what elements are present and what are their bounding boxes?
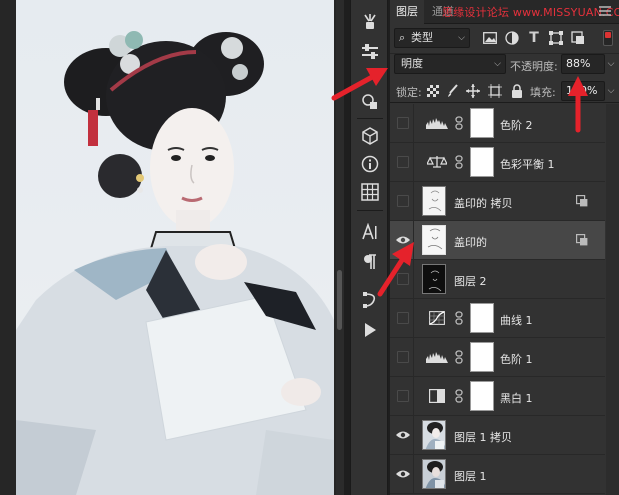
chain-link-icon[interactable] xyxy=(454,116,464,130)
fill-label: 填充: xyxy=(530,86,556,99)
layer-thumbnail-sketch[interactable] xyxy=(422,225,446,255)
chain-link-icon[interactable] xyxy=(454,155,464,169)
visibility-toggle[interactable] xyxy=(392,299,414,337)
color-balance-icon xyxy=(426,154,448,170)
layer-name[interactable]: 色阶 1 xyxy=(500,351,533,367)
layer-name[interactable]: 黑白 1 xyxy=(500,390,533,406)
watermark-text: 思缘设计论坛 www.MISSYUAN.COM xyxy=(442,6,619,19)
visibility-toggle[interactable] xyxy=(392,143,414,181)
smart-object-icon xyxy=(576,234,588,246)
visibility-off-box xyxy=(396,390,409,402)
layer-mask-thumbnail[interactable] xyxy=(470,108,494,138)
visibility-off-box xyxy=(396,351,409,363)
lock-transparent-pixels-icon[interactable] xyxy=(426,84,440,98)
annotation-arrow-blend-mode xyxy=(331,68,388,101)
layer-name[interactable]: 色阶 2 xyxy=(500,117,533,133)
layer-row[interactable]: 图层 1 xyxy=(390,455,605,494)
visibility-toggle[interactable] xyxy=(392,455,414,493)
visibility-off-box xyxy=(396,312,409,324)
layer-name[interactable]: 图层 1 xyxy=(454,468,487,484)
smart-object-icon xyxy=(576,195,588,207)
opacity-chevron-icon[interactable]: ⌵ xyxy=(605,54,617,74)
shape-filter-icon[interactable] xyxy=(548,30,564,46)
info-icon[interactable] xyxy=(357,152,383,176)
chain-link-icon[interactable] xyxy=(454,311,464,325)
layer-mask-thumbnail[interactable] xyxy=(470,303,494,333)
layer-row[interactable]: 盖印的 拷贝 xyxy=(390,182,605,221)
visibility-toggle[interactable] xyxy=(392,338,414,376)
visibility-toggle[interactable] xyxy=(392,377,414,415)
layer-name[interactable]: 图层 1 拷贝 xyxy=(454,429,512,445)
search-icon: ⌕ xyxy=(399,31,406,44)
annotation-arrow-opacity xyxy=(568,76,588,133)
layer-row[interactable]: 黑白 1 xyxy=(390,377,605,416)
visibility-off-box xyxy=(396,117,409,129)
blend-mode-value: 明度 xyxy=(401,57,423,70)
layer-thumbnail-photo[interactable] xyxy=(422,420,446,450)
filter-kind-label: 类型 xyxy=(411,31,433,44)
lock-position-icon[interactable] xyxy=(466,84,480,98)
navigator-grid-icon[interactable] xyxy=(357,180,383,204)
filter-toggle[interactable] xyxy=(603,30,613,46)
visibility-off-box xyxy=(396,156,409,168)
layers-scrollbar[interactable] xyxy=(606,104,619,495)
brush-preset-icon[interactable] xyxy=(357,10,383,34)
eye-icon xyxy=(395,470,410,478)
adjustment-filter-icon[interactable] xyxy=(504,30,520,46)
layer-mask-thumbnail[interactable] xyxy=(470,381,494,411)
chevron-down-icon: ⌵ xyxy=(494,59,501,69)
image-filter-icon[interactable] xyxy=(482,30,498,46)
layer-row[interactable]: 曲线 1 xyxy=(390,299,605,338)
levels-icon xyxy=(426,349,448,365)
layer-name[interactable]: 盖印的 拷贝 xyxy=(454,195,513,211)
visibility-off-box xyxy=(396,195,409,207)
lock-all-icon[interactable] xyxy=(510,84,524,98)
black-white-icon xyxy=(426,388,448,404)
layer-thumbnail-photo[interactable] xyxy=(422,459,446,489)
visibility-toggle[interactable] xyxy=(392,104,414,142)
visibility-toggle[interactable] xyxy=(392,182,414,220)
layer-thumbnail-sketch[interactable] xyxy=(422,186,446,216)
levels-icon xyxy=(426,115,448,131)
opacity-label: 不透明度: xyxy=(510,60,558,73)
play-action-icon[interactable] xyxy=(357,318,383,342)
chevron-down-icon: ⌵ xyxy=(458,33,465,43)
chain-link-icon[interactable] xyxy=(454,389,464,403)
3d-cube-icon[interactable] xyxy=(357,124,383,148)
layers-list: 色阶 2 色彩平衡 1 盖印的 拷贝 盖印的 图层 2 曲线 1 色阶 1 黑白… xyxy=(390,104,619,495)
panel-menu-icon[interactable] xyxy=(599,6,611,16)
document-canvas[interactable] xyxy=(0,0,344,495)
layer-name[interactable]: 色彩平衡 1 xyxy=(500,156,555,172)
layer-mask-thumbnail[interactable] xyxy=(470,147,494,177)
layer-name[interactable]: 图层 2 xyxy=(454,273,487,289)
type-filter-icon[interactable]: T xyxy=(526,30,542,46)
canvas-scrollbar-thumb[interactable] xyxy=(337,270,342,330)
chain-link-icon[interactable] xyxy=(454,350,464,364)
layer-row[interactable]: 色阶 1 xyxy=(390,338,605,377)
portrait-photo xyxy=(16,0,334,495)
lock-artboard-icon[interactable] xyxy=(488,84,502,98)
layer-row[interactable]: 图层 1 拷贝 xyxy=(390,416,605,455)
eye-icon xyxy=(395,431,410,439)
opacity-field[interactable]: 88% xyxy=(561,54,605,74)
lock-image-pixels-icon[interactable] xyxy=(446,84,460,98)
layer-row[interactable]: 色彩平衡 1 xyxy=(390,143,605,182)
lock-label: 锁定: xyxy=(396,86,422,99)
smart-object-filter-icon[interactable] xyxy=(570,30,586,46)
layer-name[interactable]: 曲线 1 xyxy=(500,312,533,328)
fill-chevron-icon[interactable]: ⌵ xyxy=(605,81,617,101)
layer-thumbnail-dark[interactable] xyxy=(422,264,446,294)
annotation-arrow-layer xyxy=(377,242,414,297)
curves-icon xyxy=(426,310,448,326)
layer-mask-thumbnail[interactable] xyxy=(470,342,494,372)
tab-layers[interactable]: 图层 xyxy=(390,0,424,24)
blend-mode-dropdown[interactable]: 明度 ⌵ xyxy=(394,54,506,74)
panel-tabs: 图层 通道 思缘设计论坛 www.MISSYUAN.COM xyxy=(390,0,619,24)
filter-kind-dropdown[interactable]: ⌕ 类型 ⌵ xyxy=(394,28,470,48)
visibility-toggle[interactable] xyxy=(392,416,414,454)
layer-name[interactable]: 盖印的 xyxy=(454,234,487,250)
